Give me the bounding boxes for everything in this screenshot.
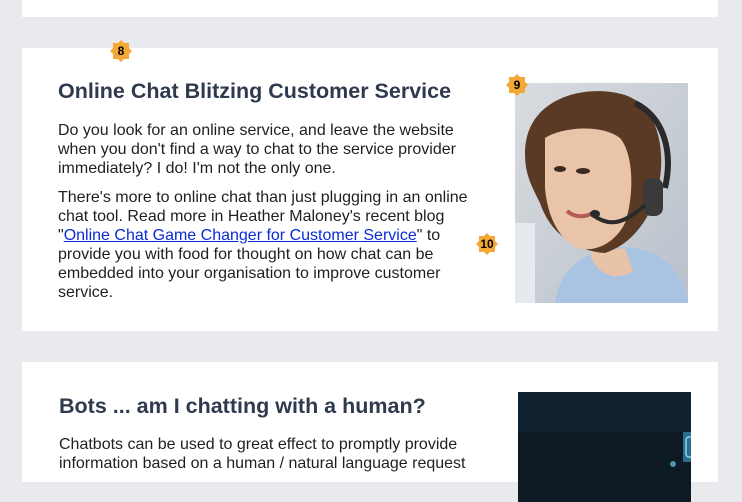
annotation-badge-8: 8: [110, 40, 132, 62]
annotation-badge-9: 9: [506, 74, 528, 96]
previous-article-card: [22, 0, 718, 17]
chatbot-tech-photo: [518, 392, 691, 502]
article-card-online-chat: 8 Online Chat Blitzing Customer Service …: [22, 40, 718, 331]
article-title: Bots ... am I chatting with a human?: [59, 394, 426, 418]
article-paragraph: There's more to online chat than just pl…: [58, 188, 488, 302]
article-paragraph: Do you look for an online service, and l…: [58, 122, 456, 177]
annotation-badge-10: 10: [476, 233, 498, 255]
article-card-bots: Bots ... am I chatting with a human? Cha…: [22, 362, 718, 502]
blog-link[interactable]: Online Chat Game Changer for Customer Se…: [64, 227, 417, 244]
article-title: Online Chat Blitzing Customer Service: [58, 79, 452, 103]
article-paragraph: Chatbots can be used to great effect to …: [59, 436, 466, 472]
headset-agent-photo: [515, 83, 688, 303]
